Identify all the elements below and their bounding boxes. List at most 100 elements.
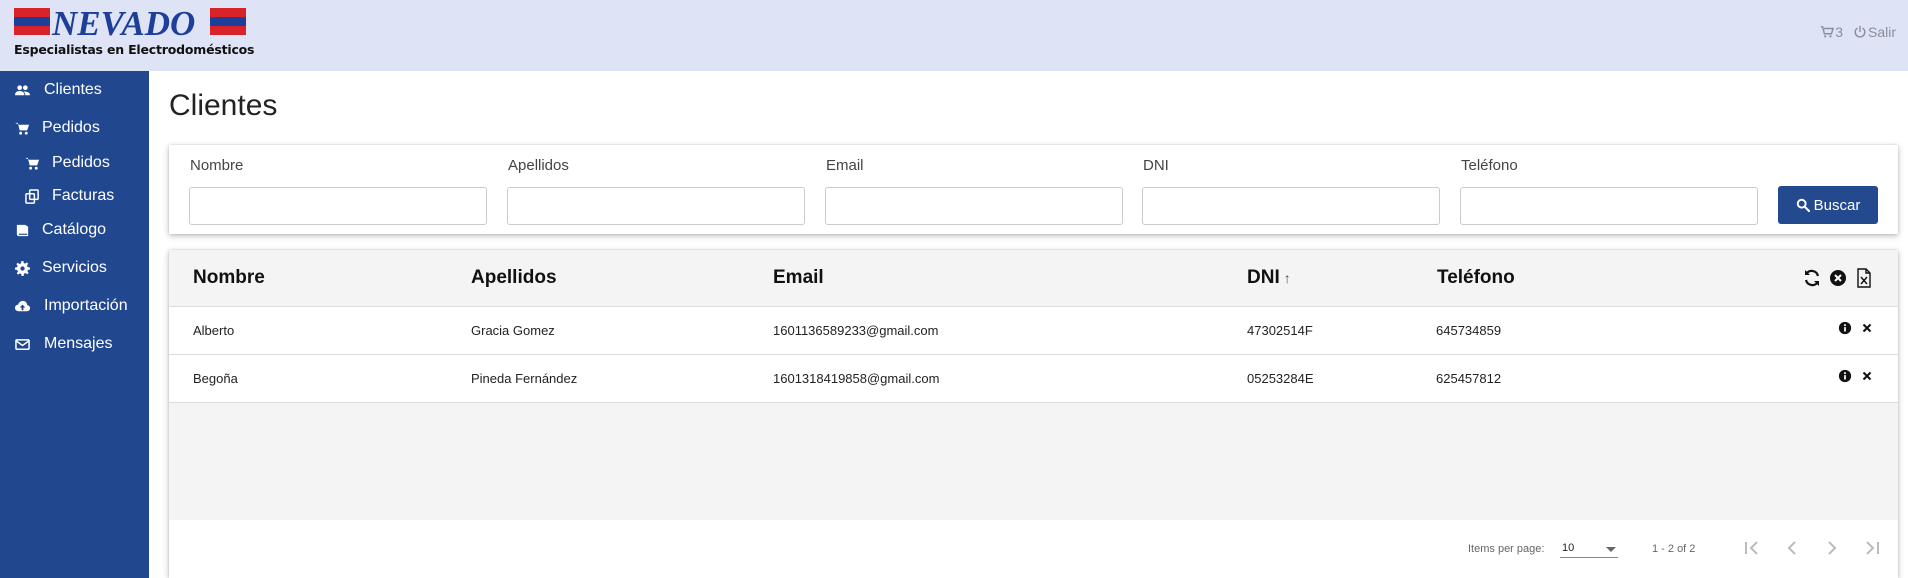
- table-row[interactable]: Begoña Pineda Fernández 1601318419858@gm…: [169, 355, 1898, 403]
- info-icon[interactable]: [1838, 321, 1852, 335]
- logo-wordmark: NEVADO: [52, 4, 196, 43]
- power-icon: [1854, 25, 1866, 38]
- chevron-down-icon: [1606, 547, 1616, 552]
- delete-icon[interactable]: [1860, 369, 1874, 383]
- nevado-logo[interactable]: NEVADO Especialistas en Electrodoméstico…: [14, 4, 254, 60]
- logo-tagline: Especialistas en Electrodomésticos: [14, 42, 255, 57]
- cart-icon: [22, 155, 42, 171]
- filter-label: DNI: [1143, 157, 1169, 174]
- export-excel-icon[interactable]: [1854, 268, 1874, 288]
- column-header-label: DNI: [1247, 267, 1280, 288]
- sidebar-item-clientes[interactable]: Clientes: [0, 75, 149, 105]
- search-button[interactable]: Buscar: [1778, 186, 1878, 224]
- logo-stripe-blue-left: [14, 17, 50, 26]
- logout-label: Salir: [1867, 24, 1896, 40]
- last-page-icon: [1866, 541, 1879, 555]
- column-header-email[interactable]: Email: [773, 267, 824, 289]
- sort-arrow-icon: ↑: [1283, 270, 1291, 286]
- cell-nombre: Alberto: [193, 323, 235, 338]
- clear-filters-icon[interactable]: [1828, 268, 1848, 288]
- cart-icon: [12, 120, 32, 136]
- filter-label: Email: [826, 157, 864, 174]
- cloud-upload-icon: [12, 298, 32, 314]
- envelope-icon: [12, 336, 32, 352]
- column-header-label: Nombre: [193, 267, 265, 288]
- paginator: Items per page: 10 1 - 2 of 2: [169, 520, 1898, 578]
- first-page-icon: [1745, 541, 1758, 555]
- logo-stripe-red-right: [210, 8, 246, 17]
- row-actions: [1838, 321, 1874, 335]
- column-header-apellidos[interactable]: Apellidos: [471, 267, 557, 289]
- cart-button[interactable]: 3: [1820, 24, 1843, 40]
- users-icon: [12, 82, 32, 98]
- filter-label: Nombre: [190, 157, 244, 174]
- column-header-telefono[interactable]: Teléfono: [1437, 267, 1515, 289]
- top-header: NEVADO Especialistas en Electrodoméstico…: [0, 0, 1908, 71]
- header-actions: 3 Salir: [1820, 24, 1896, 40]
- sidebar-item-label: Importación: [44, 297, 128, 314]
- cell-email: 1601318419858@gmail.com: [773, 371, 940, 386]
- table-row[interactable]: Alberto Gracia Gomez 1601136589233@gmail…: [169, 307, 1898, 355]
- cell-apellidos: Gracia Gomez: [471, 323, 555, 338]
- logo-stripe-red-left-2: [14, 26, 50, 35]
- logo-stripe-red-left: [14, 8, 50, 17]
- logout-button[interactable]: Salir: [1853, 24, 1896, 40]
- column-header-label: Apellidos: [471, 267, 557, 288]
- sidebar-item-label: Pedidos: [52, 154, 110, 171]
- telefono-input[interactable]: [1460, 187, 1758, 225]
- sidebar-item-servicios[interactable]: Servicios: [0, 253, 149, 283]
- cart-count: 3: [1835, 24, 1843, 40]
- cell-email: 1601136589233@gmail.com: [773, 323, 939, 338]
- sidebar-item-label: Catálogo: [42, 221, 107, 238]
- cell-nombre: Begoña: [193, 371, 238, 386]
- logo-stripe-red-right-2: [210, 26, 246, 35]
- items-per-page-label: Items per page:: [1468, 543, 1545, 555]
- gear-icon: [12, 260, 32, 276]
- search-icon: [1796, 198, 1810, 212]
- sidebar-item-mensajes[interactable]: Mensajes: [0, 329, 149, 359]
- email-input[interactable]: [825, 187, 1123, 225]
- items-per-page-value: 10: [1562, 542, 1575, 554]
- column-header-label: Email: [773, 267, 824, 288]
- cart-icon: [1821, 26, 1835, 38]
- sidebar-item-catalogo[interactable]: Catálogo: [0, 215, 149, 245]
- filter-label: Apellidos: [508, 157, 569, 174]
- sidebar-item-label: Clientes: [44, 81, 102, 98]
- table-header: Nombre Apellidos Email DNI ↑ Teléfono: [169, 250, 1898, 307]
- cell-apellidos: Pineda Fernández: [471, 371, 578, 386]
- first-page-button[interactable]: [1740, 536, 1764, 560]
- sidebar-item-pedidos[interactable]: Pedidos: [0, 113, 149, 143]
- dni-input[interactable]: [1142, 187, 1440, 225]
- column-header-nombre[interactable]: Nombre: [193, 267, 265, 289]
- column-header-dni[interactable]: DNI ↑: [1247, 267, 1291, 289]
- refresh-icon[interactable]: [1802, 268, 1822, 288]
- sidebar-subitem-pedidos[interactable]: Pedidos: [0, 148, 149, 178]
- sidebar-item-label: Facturas: [52, 187, 115, 204]
- sidebar-item-label: Mensajes: [44, 335, 113, 352]
- sidebar-item-label: Pedidos: [42, 119, 100, 136]
- copy-icon: [22, 188, 42, 204]
- chevron-left-icon: [1787, 541, 1796, 555]
- filter-label: Teléfono: [1461, 157, 1518, 174]
- sidebar-item-label: Servicios: [42, 259, 107, 276]
- sidebar-item-importacion[interactable]: Importación: [0, 291, 149, 321]
- table-header-actions: [1802, 268, 1874, 288]
- chevron-right-icon: [1828, 541, 1837, 555]
- apellidos-input[interactable]: [507, 187, 805, 225]
- filter-panel: Nombre Apellidos Email DNI Teléfono Busc…: [169, 145, 1898, 234]
- next-page-button[interactable]: [1820, 536, 1844, 560]
- search-button-label: Buscar: [1813, 196, 1861, 214]
- last-page-button[interactable]: [1860, 536, 1884, 560]
- row-actions: [1838, 369, 1874, 383]
- column-header-label: Teléfono: [1437, 267, 1515, 288]
- info-icon[interactable]: [1838, 369, 1852, 383]
- book-icon: [12, 222, 32, 238]
- nombre-input[interactable]: [189, 187, 487, 225]
- sidebar: Clientes Pedidos Pedidos Facturas Catálo…: [0, 71, 149, 578]
- page-title: Clientes: [169, 89, 278, 122]
- previous-page-button[interactable]: [1780, 536, 1804, 560]
- sidebar-subitem-facturas[interactable]: Facturas: [0, 181, 149, 211]
- items-per-page-select[interactable]: 10: [1560, 538, 1618, 558]
- delete-icon[interactable]: [1860, 321, 1874, 335]
- page-range-label: 1 - 2 of 2: [1652, 543, 1696, 555]
